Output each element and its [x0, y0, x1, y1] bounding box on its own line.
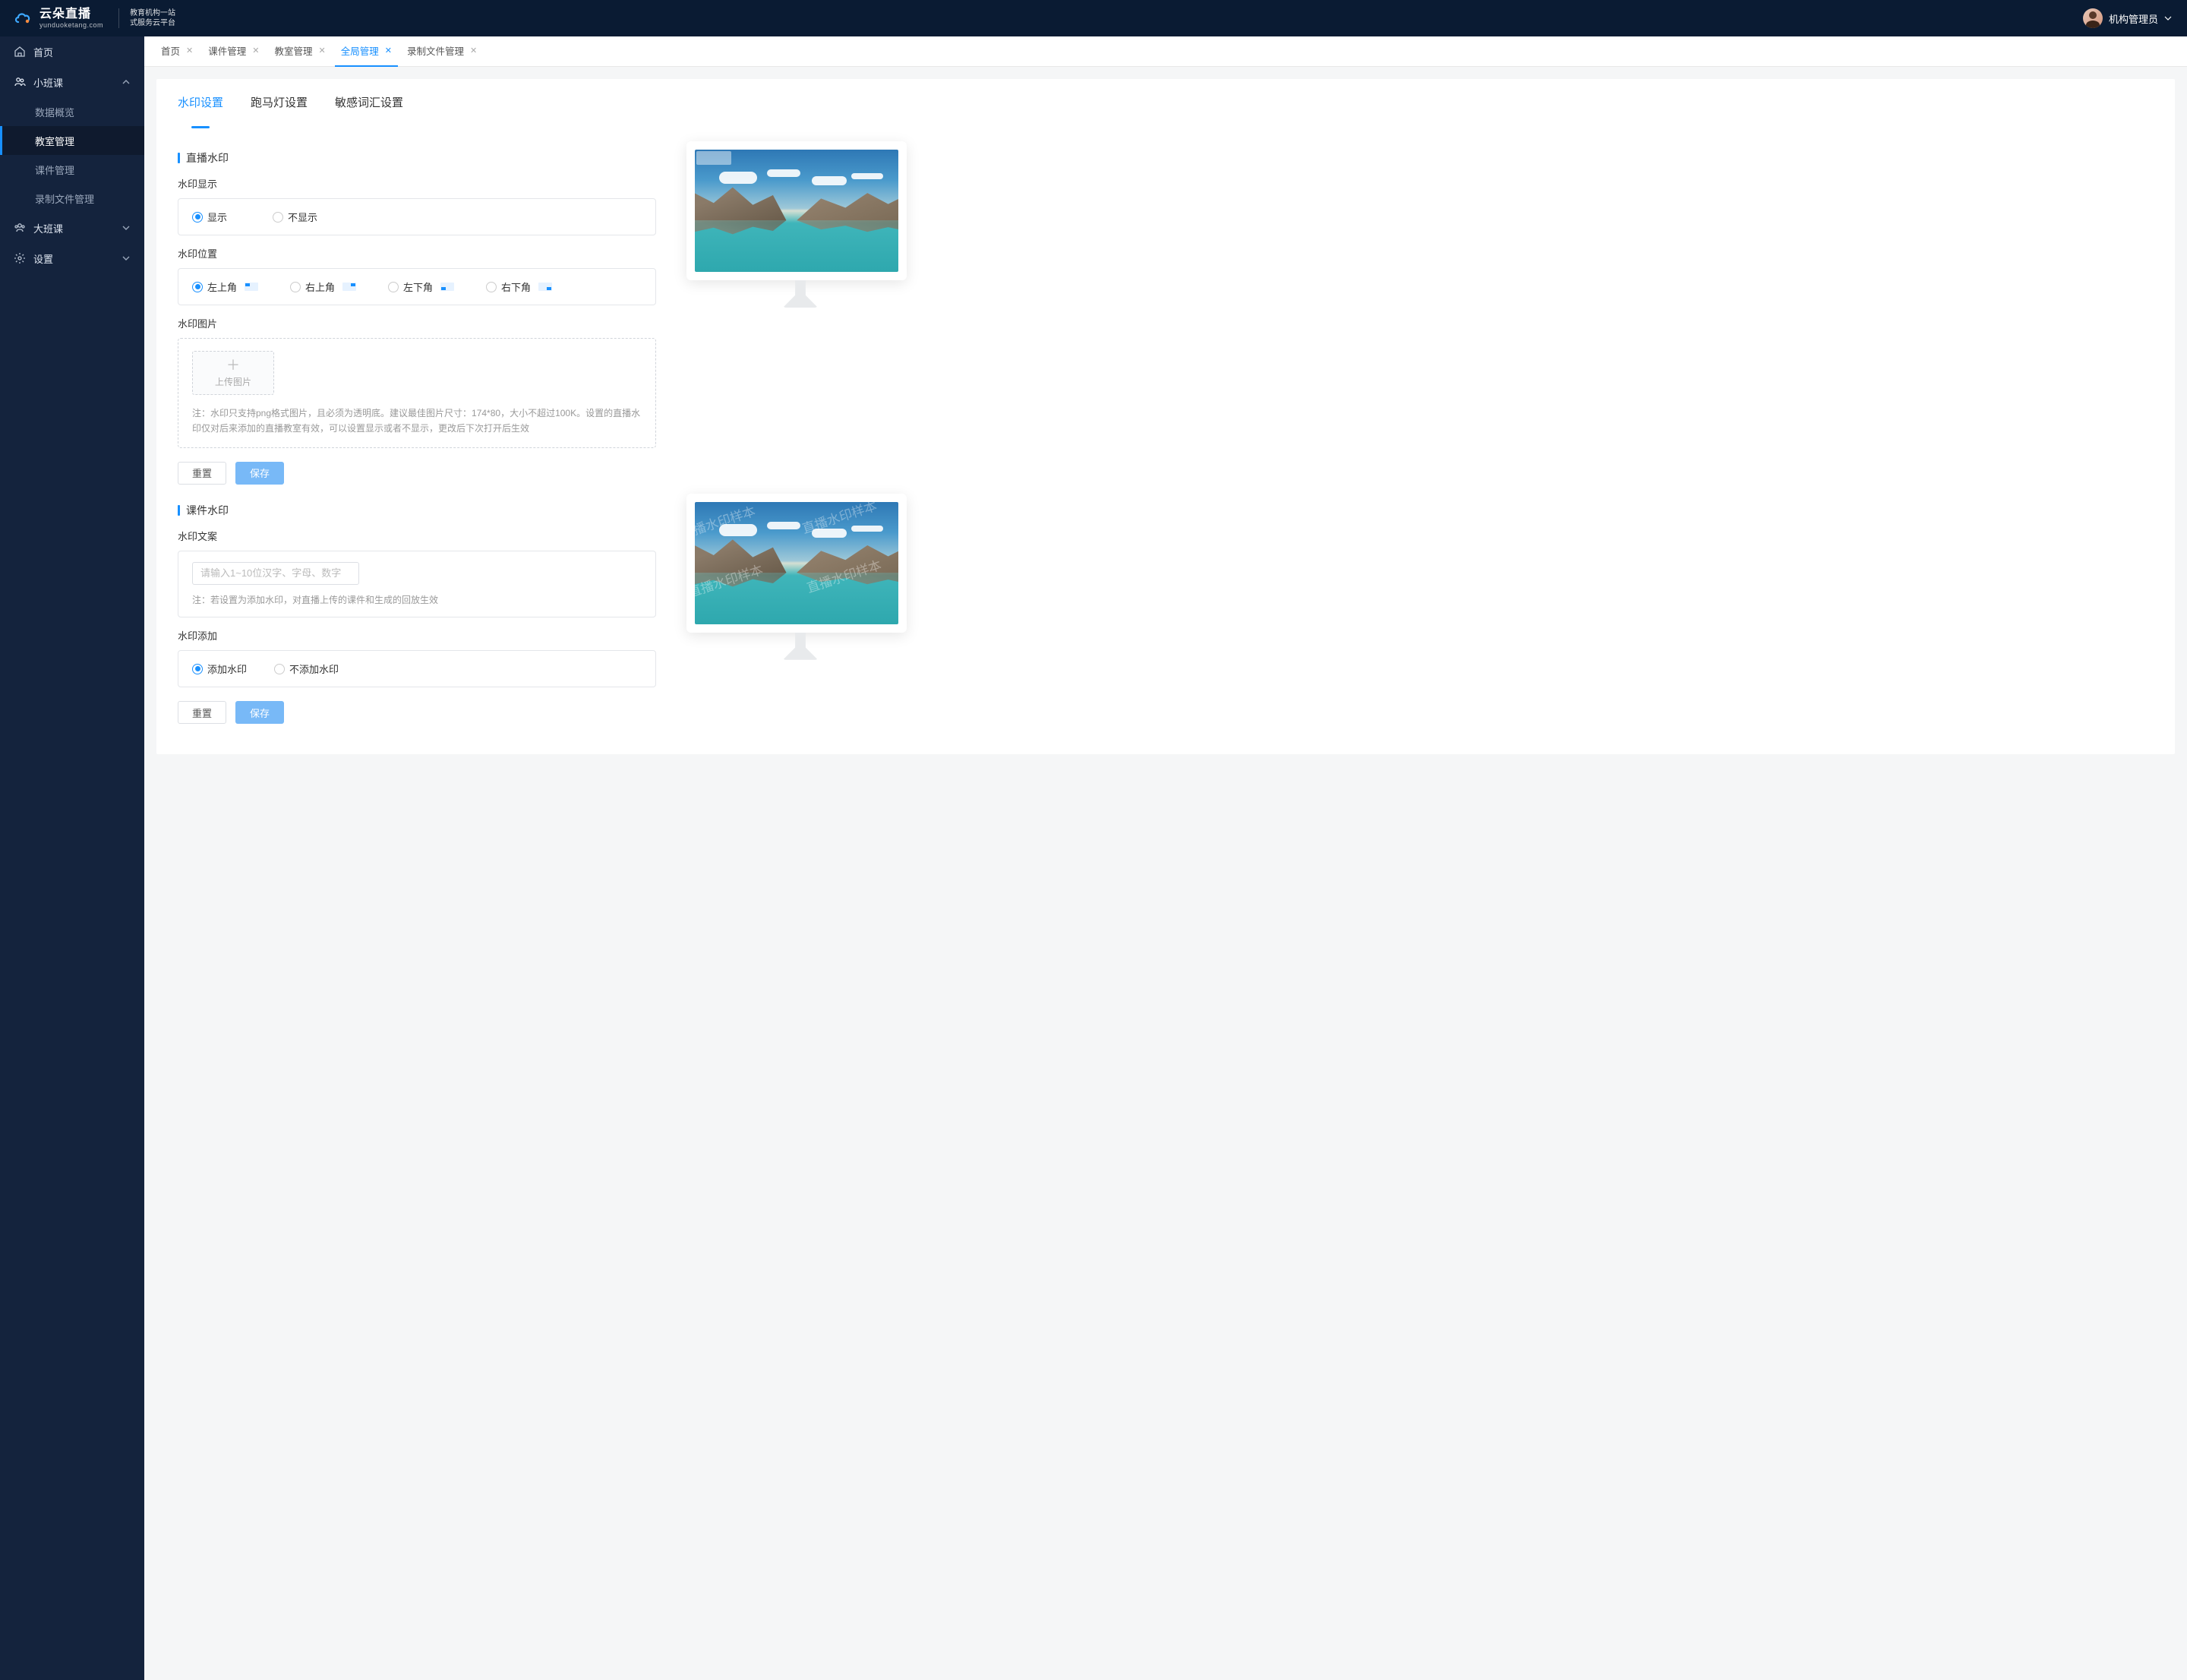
- settings-panel: 水印设置 跑马灯设置 敏感词汇设置 直播水印 水印显示 显示 不显示 水印位置 …: [156, 79, 2175, 754]
- gear-icon: [14, 252, 26, 264]
- label-text: 水印文案: [178, 529, 656, 543]
- subtab-sensitive[interactable]: 敏感词汇设置: [335, 94, 403, 122]
- tab-courseware[interactable]: 课件管理✕: [202, 36, 265, 67]
- reset-button[interactable]: 重置: [178, 701, 226, 724]
- corner-icon: [245, 283, 258, 291]
- subtab-marquee[interactable]: 跑马灯设置: [251, 94, 308, 122]
- radio-pos-bl[interactable]: 左下角: [388, 279, 454, 294]
- upload-hint: 注：水印只支持png格式图片，且必须为透明底。建议最佳图片尺寸：174*80，大…: [192, 406, 642, 437]
- reset-button[interactable]: 重置: [178, 462, 226, 485]
- radio-pos-tr[interactable]: 右上角: [290, 279, 356, 294]
- brand-logo: 云朵直播 yunduoketang.com 教育机构一站式服务云平台: [0, 8, 175, 29]
- radio-add-wm[interactable]: 添加水印: [192, 662, 247, 676]
- cloud-logo-icon: [14, 9, 32, 27]
- label-display: 水印显示: [178, 176, 656, 191]
- close-icon[interactable]: ✕: [470, 46, 477, 55]
- home-icon: [14, 46, 26, 58]
- users-icon: [14, 76, 26, 88]
- sidebar-item-big-class[interactable]: 大班课: [0, 213, 144, 243]
- close-icon[interactable]: ✕: [318, 46, 325, 55]
- chevron-down-icon: [122, 223, 131, 232]
- user-menu[interactable]: 机构管理员: [2083, 8, 2172, 28]
- main-area: 首页✕ 课件管理✕ 教室管理✕ 全局管理✕ 录制文件管理✕ 水印设置 跑马灯设置…: [144, 0, 2187, 1680]
- input-box-text: 注：若设置为添加水印，对直播上传的课件和生成的回放生效: [178, 551, 656, 617]
- subtab-watermark[interactable]: 水印设置: [178, 94, 223, 122]
- radio-show[interactable]: 显示: [192, 210, 227, 224]
- preview-live: [686, 141, 914, 308]
- subtabs: 水印设置 跑马灯设置 敏感词汇设置: [156, 79, 2175, 123]
- plus-icon: ＋: [226, 358, 240, 372]
- tabbar: 首页✕ 课件管理✕ 教室管理✕ 全局管理✕ 录制文件管理✕: [144, 36, 2187, 67]
- chevron-up-icon: [122, 77, 131, 87]
- section-live-watermark: 直播水印: [178, 150, 656, 166]
- close-icon[interactable]: ✕: [186, 46, 193, 55]
- sidebar-item-classroom[interactable]: 教室管理: [0, 126, 144, 155]
- avatar: [2083, 8, 2103, 28]
- radio-pos-tl[interactable]: 左上角: [192, 279, 258, 294]
- sidebar-item-settings[interactable]: 设置: [0, 243, 144, 273]
- tab-global[interactable]: 全局管理✕: [335, 36, 398, 67]
- section-course-watermark: 课件水印: [178, 503, 656, 518]
- topbar: 云朵直播 yunduoketang.com 教育机构一站式服务云平台 机构管理员: [0, 0, 2187, 36]
- preview-course: 直播水印样本 直播水印样本 直播水印样本 直播水印样本: [686, 494, 914, 660]
- close-icon[interactable]: ✕: [252, 46, 259, 55]
- users-group-icon: [14, 222, 26, 234]
- corner-icon: [538, 283, 552, 291]
- label-image: 水印图片: [178, 316, 656, 330]
- upload-box: ＋ 上传图片 注：水印只支持png格式图片，且必须为透明底。建议最佳图片尺寸：1…: [178, 338, 656, 448]
- chevron-down-icon: [122, 254, 131, 263]
- save-button[interactable]: 保存: [235, 462, 284, 485]
- corner-icon: [342, 283, 356, 291]
- watermark-text-input[interactable]: [192, 562, 359, 585]
- sidebar: 首页 小班课 数据概览 教室管理 课件管理 录制文件管理 大班课 设置: [0, 0, 144, 1680]
- tab-recording[interactable]: 录制文件管理✕: [401, 36, 483, 67]
- option-box-add: 添加水印 不添加水印: [178, 650, 656, 687]
- tab-home[interactable]: 首页✕: [155, 36, 199, 67]
- option-box-position: 左上角 右上角 左下角 右下角: [178, 268, 656, 305]
- radio-no-add-wm[interactable]: 不添加水印: [274, 662, 339, 676]
- save-button[interactable]: 保存: [235, 701, 284, 724]
- tab-classroom[interactable]: 教室管理✕: [268, 36, 331, 67]
- close-icon[interactable]: ✕: [385, 46, 392, 55]
- chevron-down-icon: [2164, 14, 2172, 22]
- upload-image-button[interactable]: ＋ 上传图片: [192, 351, 274, 395]
- corner-icon: [440, 283, 454, 291]
- option-box-display: 显示 不显示: [178, 198, 656, 235]
- sidebar-item-overview[interactable]: 数据概览: [0, 97, 144, 126]
- radio-pos-br[interactable]: 右下角: [486, 279, 552, 294]
- sidebar-item-recording[interactable]: 录制文件管理: [0, 184, 144, 213]
- label-add: 水印添加: [178, 628, 656, 643]
- sidebar-item-courseware[interactable]: 课件管理: [0, 155, 144, 184]
- radio-hide[interactable]: 不显示: [273, 210, 317, 224]
- watermark-badge-preview: [696, 151, 731, 165]
- sidebar-item-small-class[interactable]: 小班课: [0, 67, 144, 97]
- text-hint: 注：若设置为添加水印，对直播上传的课件和生成的回放生效: [192, 592, 642, 608]
- sidebar-item-home[interactable]: 首页: [0, 36, 144, 67]
- label-position: 水印位置: [178, 246, 656, 261]
